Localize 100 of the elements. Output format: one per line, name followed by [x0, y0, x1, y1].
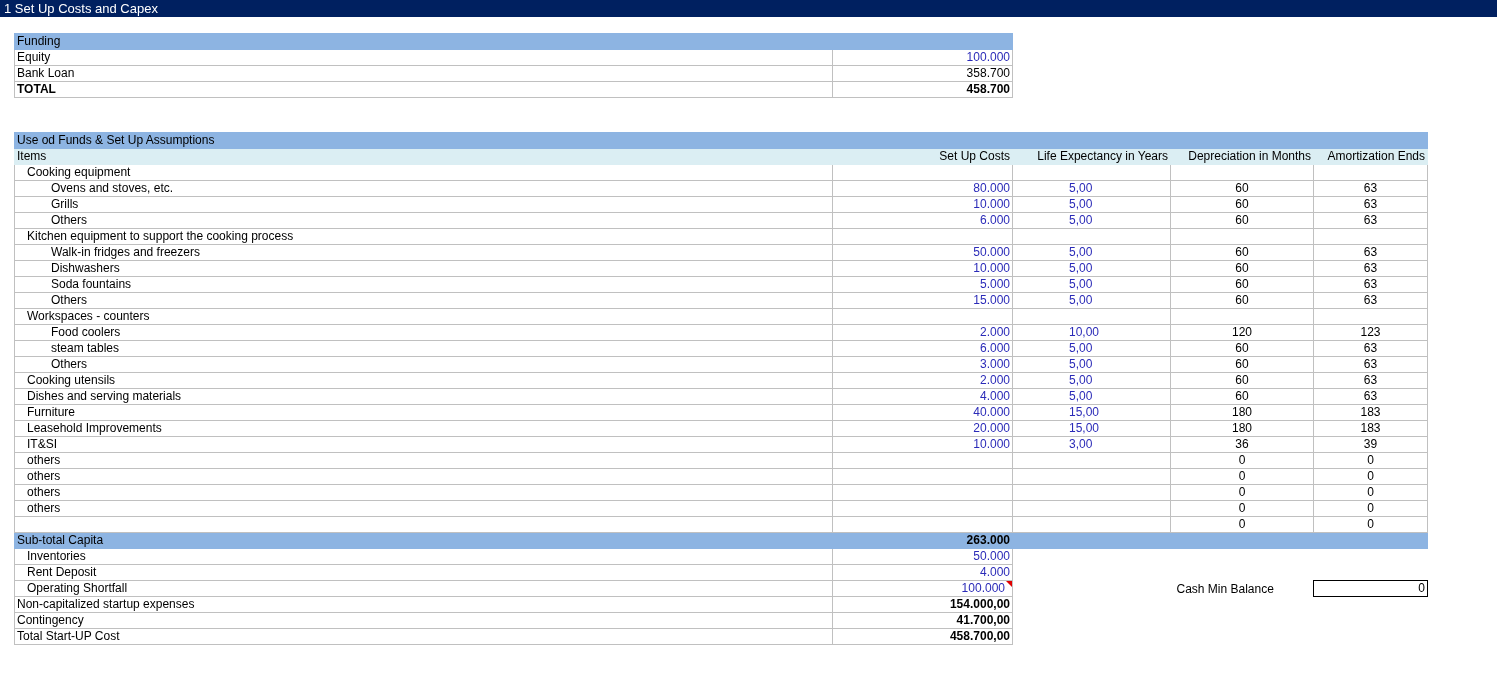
table-cell: 15.000	[832, 292, 1013, 309]
table-cell: 4.000	[979, 565, 1010, 579]
row-label: Operating Shortfall	[14, 580, 833, 597]
section-header: Funding	[14, 33, 833, 50]
row-label: Leasehold Improvements	[14, 420, 833, 437]
table-cell: 0	[1313, 500, 1428, 517]
table-cell: 10.000	[832, 196, 1013, 213]
table-cell: 10,00	[1012, 324, 1171, 341]
row-label: Kitchen equipment to support the cooking process	[14, 228, 833, 245]
table-cell: 183	[1313, 420, 1428, 437]
table-cell: 63	[1313, 340, 1428, 357]
table-cell: 63	[1313, 196, 1428, 213]
table-cell: 5,00	[1012, 276, 1171, 293]
row-label: IT&SI	[14, 436, 833, 453]
input-field: 0	[1313, 580, 1428, 597]
table-cell: 10.000	[832, 260, 1013, 277]
row-label: Others	[14, 292, 833, 309]
table-cell: 5,00	[1012, 356, 1171, 373]
table-cell: 39	[1313, 436, 1428, 453]
table-cell: 60	[1170, 244, 1314, 261]
row-label: others	[14, 484, 833, 501]
table-cell: 20.000	[832, 420, 1013, 437]
table-cell: 60	[1170, 292, 1314, 309]
row-label: Dishwashers	[14, 260, 833, 277]
table-cell: 3.000	[832, 356, 1013, 373]
table-cell: 100.000	[832, 49, 1013, 66]
table-cell: 63	[1313, 292, 1428, 309]
table-cell: 458.700	[832, 81, 1013, 98]
table-cell: 63	[1313, 180, 1428, 197]
table-cell: 40.000	[832, 404, 1013, 421]
table-cell: 6.000	[832, 212, 1013, 229]
table-cell: 60	[1170, 196, 1314, 213]
table-cell: 4.000	[832, 388, 1013, 405]
table-cell: 5,00	[1012, 196, 1171, 213]
row-label: Bank Loan	[14, 65, 833, 82]
table-cell: 60	[1170, 372, 1314, 389]
table-cell: 0	[1170, 500, 1314, 517]
table-cell: 60	[1170, 356, 1314, 373]
table-cell: 63	[1313, 260, 1428, 277]
table-cell: 63	[1313, 372, 1428, 389]
table-cell: 63	[1313, 356, 1428, 373]
table-cell: 60	[1170, 340, 1314, 357]
row-label: Others	[14, 356, 833, 373]
row-label: Rent Deposit	[14, 564, 833, 581]
row-label: Soda fountains	[14, 276, 833, 293]
table-cell: 0	[1313, 468, 1428, 485]
table-cell: 180	[1170, 420, 1314, 437]
row-label: Contingency	[14, 612, 833, 629]
table-cell: 5,00	[1012, 260, 1171, 277]
row-label: Grills	[14, 196, 833, 213]
table-cell: 5,00	[1012, 388, 1171, 405]
row-label: Walk-in fridges and freezers	[14, 244, 833, 261]
table-cell: 0	[1313, 516, 1428, 533]
table-cell: 63	[1313, 244, 1428, 261]
row-label: others	[14, 468, 833, 485]
table-cell: 60	[1170, 212, 1314, 229]
table-cell: 154.000,00	[949, 597, 1010, 611]
table-cell: 5.000	[832, 276, 1013, 293]
table-cell: 123	[1313, 324, 1428, 341]
table-cell: 10.000	[832, 436, 1013, 453]
row-label: Non-capitalized startup expenses	[14, 596, 833, 613]
row-label: Equity	[14, 49, 833, 66]
table-cell: 5,00	[1012, 212, 1171, 229]
table-cell: 2.000	[832, 324, 1013, 341]
table-cell: 180	[1170, 404, 1314, 421]
row-label: Inventories	[14, 548, 833, 565]
table-cell: 0	[1313, 484, 1428, 501]
table-cell: 80.000	[832, 180, 1013, 197]
row-label: Dishes and serving materials	[14, 388, 833, 405]
table-cell: 15,00	[1012, 420, 1171, 437]
field-label: Cash Min Balance	[1170, 580, 1314, 597]
row-label: Cooking equipment	[14, 164, 833, 181]
table-cell: 458.700,00	[949, 629, 1010, 643]
table-cell: 0	[1170, 484, 1314, 501]
table-cell: 50.000	[973, 549, 1010, 563]
table-cell: 120	[1170, 324, 1314, 341]
table-cell: 60	[1170, 180, 1314, 197]
table-cell: 0	[1170, 468, 1314, 485]
row-label: Food coolers	[14, 324, 833, 341]
table-cell: 60	[1170, 260, 1314, 277]
row-label: Ovens and stoves, etc.	[14, 180, 833, 197]
table-cell: 5,00	[1012, 180, 1171, 197]
table-cell: 0	[1313, 452, 1428, 469]
row-label: others	[14, 452, 833, 469]
table-cell: 3,00	[1012, 436, 1171, 453]
sheet-title: 1 Set Up Costs and Capex	[0, 0, 1497, 17]
row-label: Others	[14, 212, 833, 229]
table-cell: 60	[1170, 388, 1314, 405]
table-cell: 63	[1313, 276, 1428, 293]
table-cell: 41.700,00	[956, 613, 1010, 627]
row-label: TOTAL	[14, 81, 833, 98]
table-cell: 63	[1313, 212, 1428, 229]
table-cell: 0	[1170, 516, 1314, 533]
row-label: others	[14, 500, 833, 517]
row-label: Total Start-UP Cost	[14, 628, 833, 645]
table-cell: 50.000	[832, 244, 1013, 261]
table-cell: 15,00	[1012, 404, 1171, 421]
table-cell: 5,00	[1012, 340, 1171, 357]
row-label: Furniture	[14, 404, 833, 421]
table-cell: 0	[1170, 452, 1314, 469]
